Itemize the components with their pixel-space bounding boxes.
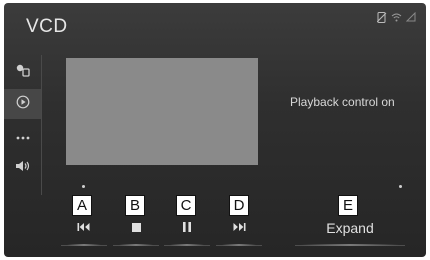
previous-track-icon — [77, 219, 91, 237]
callout-label-d: D — [229, 195, 249, 216]
callout-label-e: E — [338, 195, 358, 216]
expand-label: Expand — [326, 220, 374, 236]
pause-button[interactable] — [164, 211, 210, 246]
volume-icon — [15, 159, 31, 178]
sidebar-item-playback[interactable] — [4, 89, 41, 119]
button-underline — [119, 244, 153, 246]
callout-label-a: A — [72, 195, 92, 216]
sidebar-item-volume[interactable] — [4, 153, 41, 183]
button-underline — [301, 244, 399, 246]
sidebar-item-more-options[interactable] — [4, 121, 41, 151]
phone-disconnected-icon — [377, 12, 387, 23]
expand-button[interactable]: Expand — [295, 211, 405, 246]
next-track-button[interactable] — [216, 211, 262, 246]
playback-status-text: Playback control on — [290, 95, 395, 109]
callout-label-b: B — [125, 195, 145, 216]
sidebar-item-source-settings[interactable] — [4, 57, 41, 87]
divider-dot — [82, 185, 85, 188]
button-underline — [170, 244, 204, 246]
status-bar — [377, 12, 416, 23]
stop-icon — [131, 219, 141, 237]
previous-track-button[interactable] — [61, 211, 107, 246]
wifi-icon — [391, 12, 402, 23]
stop-button[interactable] — [113, 211, 159, 246]
divider-dot — [399, 185, 402, 188]
pause-icon — [183, 219, 191, 237]
more-options-icon — [16, 127, 30, 145]
signal-icon — [406, 12, 416, 23]
sidebar — [4, 55, 42, 195]
playback-icon — [16, 95, 30, 114]
next-track-icon — [232, 219, 246, 237]
page-title: VCD — [26, 16, 68, 37]
source-settings-icon — [15, 63, 31, 82]
video-display[interactable] — [66, 58, 258, 165]
button-underline — [222, 244, 256, 246]
vcd-screen: VCD Playback control on Expand A B C D E — [4, 3, 426, 257]
callout-label-c: C — [176, 195, 196, 216]
button-underline — [67, 244, 101, 246]
